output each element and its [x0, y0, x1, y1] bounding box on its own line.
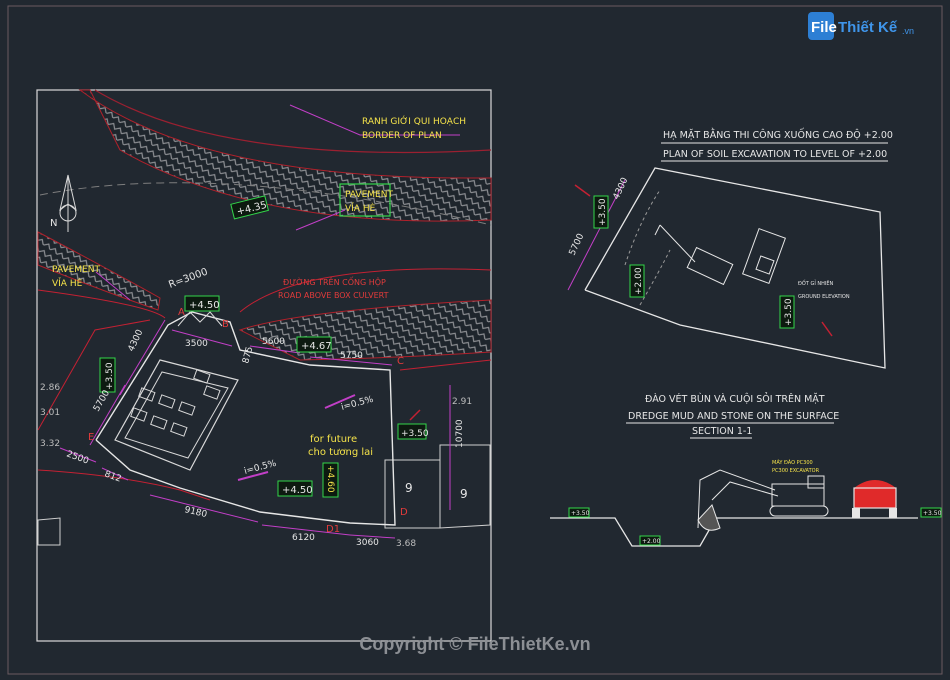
section-cut-1 — [574, 184, 591, 197]
dim-4300: 4300 — [127, 328, 146, 353]
dump-truck-icon — [741, 228, 787, 284]
point-b: B — [222, 319, 229, 330]
level-350b: +3.50 — [401, 429, 429, 439]
ranh-gioi-vn-label: RANH GIỚI QUI HOẠCH — [362, 115, 466, 127]
excavation-plan: HẠ MẶT BẰNG THI CÔNG XUỐNG CAO ĐỘ +2.00 … — [567, 128, 893, 369]
point-a: A — [178, 307, 185, 318]
level-450a: +4.50 — [189, 300, 220, 311]
elev-368: 3.68 — [396, 539, 416, 549]
logo-text-c: .vn — [902, 26, 914, 36]
logo-graphic: File Thiết Kế .vn — [808, 12, 914, 40]
elev-286: 2.86 — [40, 383, 60, 393]
section-level-left: +3.50 — [571, 510, 590, 517]
red-road-edge-4 — [399, 359, 492, 371]
pavement-top-en: PAVEMENT — [345, 190, 393, 200]
neighbour-lot-3 — [37, 517, 61, 546]
excavator-vn: MÁY ĐÀO PC300 — [772, 459, 813, 466]
site-plan: N RANH GIỚI QUI HOẠCH BORDER OF PLAN PAV… — [36, 89, 492, 642]
excav-note-en: GROUND ELEVATION — [798, 294, 850, 300]
excav-note-vn: ĐỐT GỈ NHIÊN — [798, 279, 834, 287]
pavement-band-road — [238, 299, 492, 361]
dim-2500: 2500 — [65, 449, 90, 466]
excav-level-350b: +3.50 — [784, 298, 794, 326]
building — [114, 359, 239, 471]
level-450b: +4.50 — [282, 485, 313, 496]
ranh-gioi-en-label: BORDER OF PLAN — [362, 131, 442, 141]
section-label: SECTION 1-1 — [692, 426, 752, 437]
point-c: C — [397, 356, 404, 367]
north-arrow — [59, 174, 77, 232]
section-level-bottom: +2.00 — [642, 538, 661, 545]
north-label: N — [50, 218, 57, 229]
dim-812: 812 — [103, 469, 123, 484]
excav-level-350a: +3.50 — [598, 198, 608, 226]
red-road-edge-5 — [37, 469, 211, 501]
excavation-title-en: PLAN OF SOIL EXCAVATION TO LEVEL OF +2.0… — [663, 149, 887, 160]
dim-3060: 3060 — [356, 538, 379, 548]
point-d1: D1 — [326, 524, 340, 535]
pavement-top-vn: VỈA HÈ — [345, 202, 376, 214]
level-460: +4.60 — [325, 465, 335, 493]
pavement-band-top — [78, 89, 492, 222]
point-d: D — [400, 507, 408, 518]
logo-text-b: Thiết Kế — [838, 19, 898, 36]
lot-a: 9 — [405, 481, 413, 495]
dim-5600: 5600 — [262, 337, 285, 347]
pavement-left-en: PAVEMENT — [52, 265, 100, 275]
cad-drawing: N RANH GIỚI QUI HOẠCH BORDER OF PLAN PAV… — [7, 5, 943, 675]
point-e: E — [88, 432, 94, 443]
dim-10700: 10700 — [455, 419, 465, 448]
excav-dim-4300: 4300 — [612, 176, 631, 201]
future-en-label: for future — [310, 434, 357, 445]
excavation-title-vn: HẠ MẶT BẰNG THI CÔNG XUỐNG CAO ĐỘ +2.00 — [663, 128, 893, 141]
section-level-right: +3.50 — [923, 510, 942, 517]
dim-6120: 6120 — [292, 533, 315, 543]
excav-dim-5700: 5700 — [568, 232, 587, 257]
section-title-en: DREDGE MUD AND STONE ON THE SURFACE — [628, 411, 839, 422]
future-vn-label: cho tương lai — [308, 447, 373, 458]
excavator-icon — [654, 224, 734, 286]
lot-b: 9 — [460, 487, 468, 501]
excavator-elevation — [697, 469, 829, 531]
slope-1: i=0.5% — [340, 395, 375, 413]
section-1-1: ĐÀO VÉT BÙN VÀ CUỘI SỎI TRÊN MẶT DREDGE … — [550, 393, 942, 547]
red-truck — [852, 480, 897, 518]
excavator-en: PC300 EXCAVATOR — [772, 468, 820, 474]
elev-332: 3.32 — [40, 439, 60, 449]
dim-875: 875 — [241, 346, 255, 365]
section-cut-2 — [821, 321, 833, 337]
filethietke-logo: File Thiết Kế .vn — [808, 10, 920, 42]
section-title-vn: ĐÀO VÉT BÙN VÀ CUỘI SỎI TRÊN MẶT — [645, 393, 825, 405]
red-flag-c — [409, 409, 421, 421]
logo-text-a: File — [811, 19, 837, 36]
level-350a: +3.50 — [105, 362, 115, 390]
level-467: +4.67 — [301, 341, 332, 352]
road-en-label: ROAD ABOVE BOX CULVERT — [278, 291, 389, 300]
dim-5750: 5750 — [340, 351, 363, 361]
road-vn-label: ĐƯỜNG TRÊN CỐNG HỘP — [283, 275, 386, 287]
dim-5700: 5700 — [92, 388, 112, 413]
radius-label: R=3000 — [167, 267, 209, 291]
elev-291: 2.91 — [452, 397, 472, 407]
copyright-watermark: Copyright © FileThietKe.vn — [359, 634, 591, 654]
pavement-left-vn: VỈA HÈ — [52, 277, 83, 289]
elev-301: 3.01 — [40, 408, 60, 418]
dim-9180: 9180 — [183, 505, 208, 520]
excav-level-200: +2.00 — [634, 267, 644, 295]
dim-3500: 3500 — [185, 339, 208, 349]
ground-profile — [550, 517, 918, 547]
